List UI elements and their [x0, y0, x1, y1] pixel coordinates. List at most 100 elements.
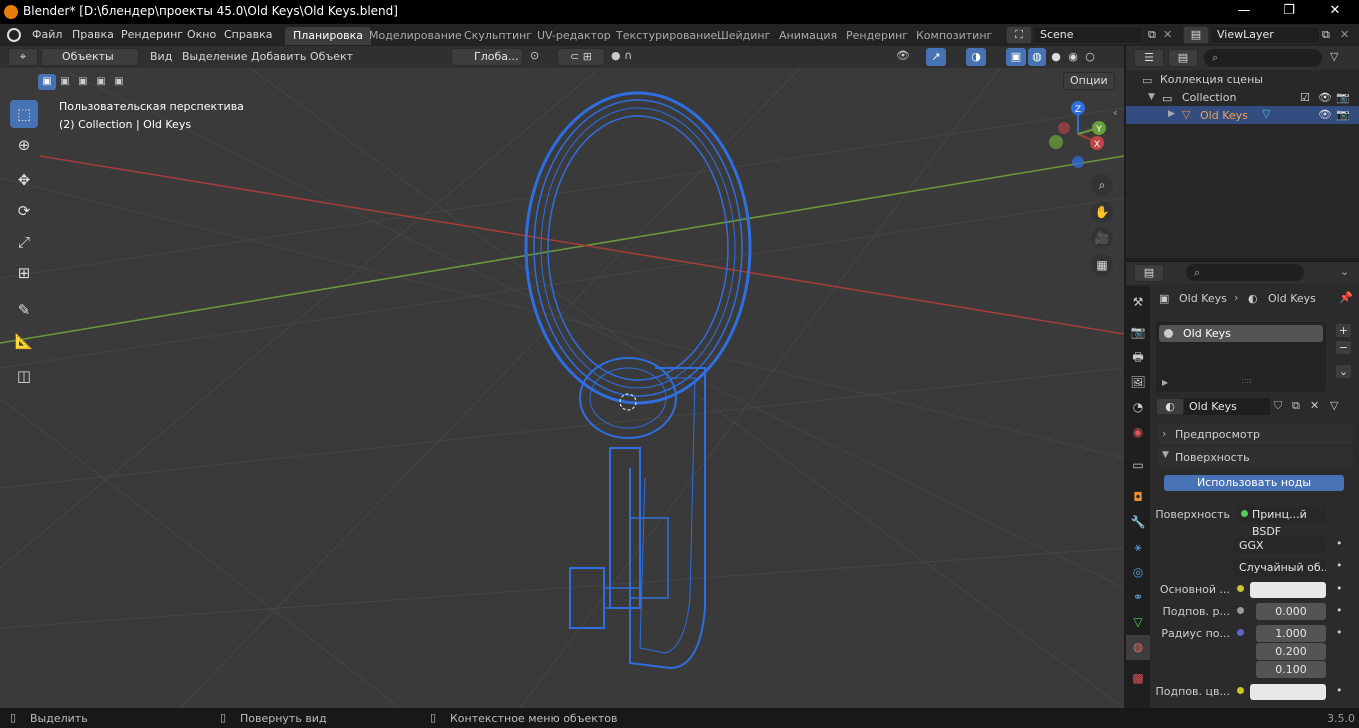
material-name-field[interactable]: Old Keys — [1184, 398, 1270, 415]
menu-file[interactable]: Файл — [32, 28, 62, 41]
viewport-menu-select[interactable]: Выделение — [182, 50, 248, 63]
viewport-menu-object[interactable]: Объект — [310, 50, 353, 63]
add-cube-tool-icon[interactable]: ◫ — [10, 362, 38, 390]
object-render-icon[interactable]: 📷 — [1336, 108, 1350, 121]
scale-tool-icon[interactable]: ⤢ — [10, 228, 38, 256]
new-viewlayer-icon[interactable]: ⧉ — [1322, 28, 1330, 42]
browse-material-icon[interactable]: ◐ — [1156, 398, 1184, 415]
workspace-tab-uv[interactable]: UV-редактор — [529, 27, 619, 45]
surface-panel-header[interactable]: ▼ Поверхность — [1158, 447, 1353, 467]
viewport-menu-view[interactable]: Вид — [150, 50, 172, 63]
navigation-gizmo[interactable]: Z X Y — [1044, 98, 1114, 168]
scene-icon[interactable]: ⛶ — [1006, 26, 1032, 44]
object-visibility-icon[interactable]: 👁 — [1318, 108, 1332, 121]
particles-tab-icon[interactable]: ⚹ — [1126, 535, 1150, 560]
outliner-search-input[interactable]: ⌕ — [1204, 49, 1322, 67]
constraints-tab-icon[interactable]: ⚭ — [1126, 585, 1150, 610]
slot-specials-button[interactable]: ⌄ — [1335, 364, 1352, 379]
collection-tab-icon[interactable]: ▭ — [1126, 453, 1150, 478]
mesh-data-icon[interactable]: ▽ — [1262, 107, 1270, 120]
output-tab-icon[interactable]: 🖶 — [1126, 345, 1150, 370]
rendered-shading-icon[interactable]: ○ — [1081, 48, 1099, 66]
workspace-tab-modeling[interactable]: Моделирование — [361, 27, 470, 45]
subsurface-color-swatch[interactable] — [1250, 684, 1326, 700]
zoom-icon[interactable]: ⌕ — [1091, 174, 1113, 196]
subsurface-method-keyframe-dot[interactable]: • — [1336, 559, 1343, 572]
modifier-tab-icon[interactable]: 🔧 — [1126, 510, 1150, 535]
collection-visibility-icon[interactable]: 👁 — [1318, 91, 1332, 104]
maximize-button[interactable]: ❐ — [1266, 0, 1312, 24]
object-tab-icon[interactable]: ◘ — [1126, 485, 1150, 510]
outliner-row-old-keys[interactable]: ▶ ▽ Old Keys ▽ 👁 📷 — [1126, 106, 1359, 124]
base-color-keyframe-dot[interactable]: • — [1336, 582, 1343, 595]
select-subtract-icon[interactable]: ▣ — [74, 74, 92, 90]
duplicate-material-icon[interactable]: ⧉ — [1292, 399, 1300, 413]
texture-tab-icon[interactable]: ▩ — [1126, 666, 1150, 691]
world-tab-icon[interactable]: ◉ — [1126, 420, 1150, 445]
subsurface-method-select[interactable]: Случайный об... — [1234, 559, 1326, 576]
delete-scene-icon[interactable]: ✕ — [1163, 28, 1172, 41]
snap-toggle-icon[interactable]: ⊂ ⊞ — [557, 48, 605, 66]
properties-options-icon[interactable]: ⌄ — [1340, 265, 1349, 278]
add-slot-button[interactable]: + — [1335, 323, 1352, 338]
collection-render-icon[interactable]: 📷 — [1336, 91, 1350, 104]
render-tab-icon[interactable]: 📷 — [1126, 320, 1150, 345]
link-type-icon[interactable]: ▽ — [1330, 399, 1338, 412]
annotate-tool-icon[interactable]: ✎ — [10, 296, 38, 324]
view-layer-tab-icon[interactable]: 🖼 — [1126, 370, 1150, 395]
object-expand-icon[interactable]: ▶ — [1168, 109, 1175, 119]
base-color-swatch[interactable] — [1250, 582, 1326, 598]
display-mode-icon[interactable]: ▤ — [1168, 49, 1198, 67]
select-new-icon[interactable]: ▣ — [38, 74, 56, 90]
distribution-keyframe-dot[interactable]: • — [1336, 537, 1343, 550]
solid-shading-icon[interactable]: ● — [1047, 48, 1065, 66]
overlay-toggle-icon[interactable]: ◑ — [966, 48, 986, 66]
radius-x-field[interactable]: 1.000 — [1256, 625, 1326, 642]
collection-expand-icon[interactable]: ▼ — [1148, 92, 1155, 102]
viewport-menu-add[interactable]: Добавить — [251, 50, 306, 63]
minimize-button[interactable]: — — [1221, 0, 1267, 24]
menu-help[interactable]: Справка — [224, 28, 272, 41]
perspective-toggle-icon[interactable]: ▦ — [1091, 254, 1113, 276]
properties-editor-type-icon[interactable]: ▤ — [1134, 264, 1164, 282]
viewlayer-selector[interactable]: ViewLayer — [1210, 26, 1320, 44]
workspace-tab-rendering[interactable]: Рендеринг — [838, 27, 916, 45]
material-tab-icon[interactable]: ◍ — [1126, 635, 1150, 660]
unlink-material-icon[interactable]: ✕ — [1310, 399, 1319, 412]
blender-menu-icon[interactable] — [7, 28, 21, 42]
material-slot-row[interactable]: Old Keys — [1159, 325, 1323, 342]
new-scene-icon[interactable]: ⧉ — [1148, 28, 1156, 42]
pin-icon[interactable]: 📌 — [1339, 291, 1353, 304]
outliner-scene-collection[interactable]: Коллекция сцены — [1160, 73, 1263, 86]
workspace-tab-shading[interactable]: Шейдинг — [709, 27, 778, 45]
properties-search-input[interactable]: ⌕ — [1186, 264, 1304, 281]
delete-viewlayer-icon[interactable]: ✕ — [1340, 28, 1349, 41]
workspace-tab-compositing[interactable]: Композитинг — [908, 27, 1000, 45]
transform-orientation[interactable]: Глоба... — [451, 48, 523, 66]
pivot-icon[interactable]: ⊙ — [530, 49, 539, 62]
list-expand-icon[interactable]: ▶ — [1162, 378, 1168, 387]
physics-tab-icon[interactable]: ◎ — [1126, 560, 1150, 585]
surface-shader-field[interactable]: Принц...й BSDF — [1236, 506, 1326, 538]
visibility-icon[interactable]: 👁 — [896, 49, 910, 62]
wireframe-shading-icon[interactable]: ◍ — [1028, 48, 1046, 66]
outliner-editor-type-icon[interactable]: ☰ — [1134, 49, 1164, 67]
workspace-tab-texture[interactable]: Текстурирование — [608, 27, 725, 45]
outliner-filter-icon[interactable]: ▽ — [1330, 50, 1338, 63]
menu-edit[interactable]: Правка — [72, 28, 114, 41]
distribution-select[interactable]: GGX — [1234, 537, 1326, 554]
scene-tab-icon[interactable]: ◔ — [1126, 395, 1150, 420]
transform-tool-icon[interactable]: ⊞ — [10, 259, 38, 287]
use-nodes-button[interactable]: Использовать ноды — [1164, 475, 1344, 491]
fake-user-icon[interactable]: ⛉ — [1274, 399, 1282, 413]
rotate-tool-icon[interactable]: ⟳ — [10, 197, 38, 225]
xray-toggle-icon[interactable]: ▣ — [1006, 48, 1026, 66]
preview-panel-header[interactable]: › Предпросмотр — [1158, 424, 1353, 444]
menu-window[interactable]: Окно — [187, 28, 216, 41]
data-tab-icon[interactable]: ▽ — [1126, 610, 1150, 635]
move-tool-icon[interactable]: ✥ — [10, 166, 38, 194]
close-button[interactable]: ✕ — [1312, 0, 1358, 24]
mode-selector[interactable]: Объекты — [41, 48, 139, 66]
list-resize-handle[interactable]: :::: — [1241, 376, 1252, 385]
select-extend-icon[interactable]: ▣ — [56, 74, 74, 90]
